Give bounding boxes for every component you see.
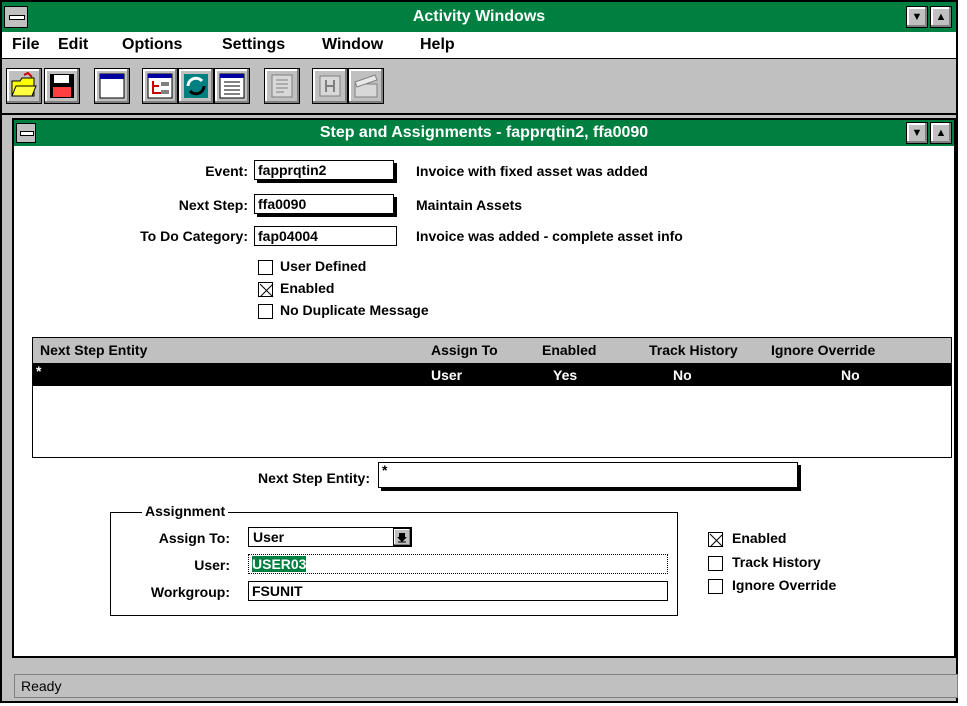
next-step-entity-label: Next Step Entity: xyxy=(257,470,370,486)
menu-file[interactable]: File xyxy=(12,36,40,54)
event-label: Event: xyxy=(205,163,248,179)
list-view-icon[interactable] xyxy=(214,68,250,104)
menu-help[interactable]: Help xyxy=(420,36,455,54)
tree-view-icon[interactable] xyxy=(142,68,178,104)
workgroup-label: Workgroup: xyxy=(150,584,230,600)
col-header-assign-to[interactable]: Assign To xyxy=(431,342,498,358)
workgroup-field[interactable]: FSUNIT xyxy=(248,581,668,601)
col-header-enabled[interactable]: Enabled xyxy=(542,342,596,358)
minimize-icon[interactable]: ▼ xyxy=(906,6,928,28)
assignment-enabled-label: Enabled xyxy=(732,530,787,546)
cell-enabled: Yes xyxy=(553,367,578,383)
assign-to-dropdown[interactable]: User xyxy=(248,527,412,547)
user-value: USER03 xyxy=(252,556,307,572)
dropdown-arrow-icon[interactable] xyxy=(393,528,411,546)
menu-settings[interactable]: Settings xyxy=(222,36,285,54)
blank-window-icon[interactable] xyxy=(94,68,130,104)
track-history-checkbox[interactable] xyxy=(708,556,723,571)
assign-to-label: Assign To: xyxy=(158,530,230,546)
user-label: User: xyxy=(194,557,230,573)
building-disabled-icon[interactable] xyxy=(312,68,348,104)
status-bar: Ready xyxy=(14,674,958,698)
menu-edit[interactable]: Edit xyxy=(58,36,88,54)
clapper-disabled-icon[interactable] xyxy=(348,68,384,104)
child-maximize-icon[interactable]: ▲ xyxy=(930,122,952,144)
col-header-track-history[interactable]: Track History xyxy=(649,342,738,358)
event-description: Invoice with fixed asset was added xyxy=(416,163,648,179)
save-disk-icon[interactable] xyxy=(44,68,80,104)
event-field[interactable]: fapprqtin2 xyxy=(254,160,394,180)
ignore-override-label: Ignore Override xyxy=(732,577,837,593)
refresh-arrows-icon[interactable] xyxy=(178,68,214,104)
next-step-label: Next Step: xyxy=(178,197,248,213)
col-header-ignore-override[interactable]: Ignore Override xyxy=(771,342,875,358)
track-history-label: Track History xyxy=(732,554,821,570)
user-defined-label: User Defined xyxy=(280,258,367,274)
maximize-icon[interactable]: ▲ xyxy=(930,6,952,28)
assignment-enabled-checkbox[interactable] xyxy=(708,532,724,548)
cell-ignore-override: No xyxy=(841,367,860,383)
next-step-entity-grid[interactable]: Next Step Entity Assign To Enabled Track… xyxy=(32,337,952,458)
child-minimize-icon[interactable]: ▼ xyxy=(906,122,928,144)
child-title: Step and Assignments - fapprqtin2, ffa00… xyxy=(319,124,649,141)
open-folder-icon[interactable] xyxy=(6,68,42,104)
next-step-description: Maintain Assets xyxy=(416,197,523,213)
no-duplicate-checkbox[interactable] xyxy=(258,304,273,319)
document-disabled-icon[interactable] xyxy=(264,68,300,104)
cell-track-history: No xyxy=(673,367,692,383)
ignore-override-checkbox[interactable] xyxy=(708,579,723,594)
user-field[interactable]: USER03 xyxy=(248,554,668,574)
user-defined-checkbox[interactable] xyxy=(258,260,273,275)
menu-options[interactable]: Options xyxy=(122,36,182,54)
menu-window[interactable]: Window xyxy=(322,36,383,54)
toolbar xyxy=(2,59,956,115)
cell-assign-to: User xyxy=(431,367,463,383)
child-title-bar[interactable]: Step and Assignments - fapprqtin2, ffa00… xyxy=(14,120,954,146)
enabled-checkbox[interactable] xyxy=(258,282,274,298)
todo-category-label: To Do Category: xyxy=(140,228,248,244)
no-duplicate-label: No Duplicate Message xyxy=(280,302,429,318)
grid-header-row: Next Step Entity Assign To Enabled Track… xyxy=(33,338,951,364)
menu-bar: File Edit Options Settings Window Help xyxy=(2,32,956,59)
app-title-bar[interactable]: Activity Windows ▼ ▲ xyxy=(2,2,956,32)
assignment-legend: Assignment xyxy=(142,503,229,519)
todo-category-field[interactable]: fap04004 xyxy=(254,226,397,246)
app-title: Activity Windows xyxy=(412,8,546,25)
enabled-label: Enabled xyxy=(280,280,335,296)
todo-category-description: Invoice was added - complete asset info xyxy=(416,228,683,244)
table-row[interactable]: * User Yes No No xyxy=(33,363,951,386)
cell-entity: * xyxy=(36,363,42,379)
assign-to-value: User xyxy=(253,529,285,545)
status-text: Ready xyxy=(21,678,62,694)
next-step-entity-field[interactable]: * xyxy=(378,462,798,488)
next-step-field[interactable]: ffa0090 xyxy=(254,194,394,214)
col-header-entity[interactable]: Next Step Entity xyxy=(40,342,147,358)
